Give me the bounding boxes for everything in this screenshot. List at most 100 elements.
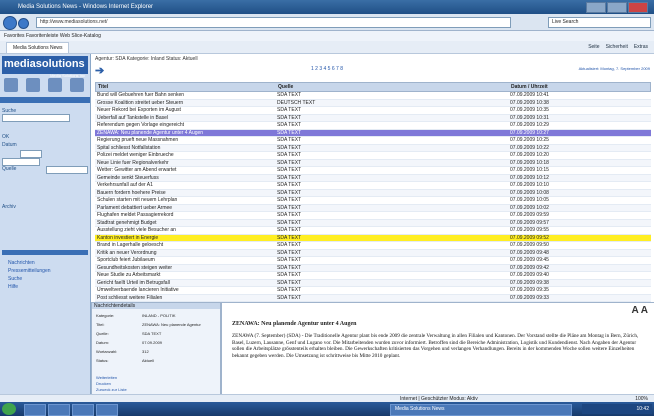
main-content: Agentur: SDA Kategorie: Inland Status: A… bbox=[91, 54, 654, 396]
cell-title: Flughafen meldet Passagierrekord bbox=[97, 212, 174, 218]
date-label: Datum bbox=[2, 142, 17, 148]
cell-source: SDA TEXT bbox=[277, 227, 302, 233]
date-input-2[interactable] bbox=[2, 158, 40, 166]
table-row[interactable]: Flughafen meldet Passagierrekord SDA TEXT… bbox=[95, 212, 651, 220]
maximize-button[interactable] bbox=[607, 2, 627, 13]
table-row[interactable]: Referendum gegen Vorlage eingereicht SDA … bbox=[95, 122, 651, 130]
forward-icon[interactable] bbox=[18, 18, 29, 29]
table-row[interactable]: Ausstellung zieht viele Besucher an SDA T… bbox=[95, 227, 651, 235]
address-input[interactable]: http://www.mediasolutions.net/ bbox=[36, 17, 511, 28]
close-button[interactable] bbox=[628, 2, 648, 13]
navigate-arrow-icon[interactable]: ➔ bbox=[95, 64, 104, 77]
table-row[interactable]: Verkehrsunfall auf der A1 SDA TEXT 07.09.2… bbox=[95, 182, 651, 190]
table-row[interactable]: Sportclub feiert Jubilaeum SDA TEXT 07.09.… bbox=[95, 257, 651, 265]
page-menu[interactable]: Seite bbox=[588, 42, 599, 52]
favorites-bar[interactable]: Favorites Favoritenleiste Web Slice-Kata… bbox=[0, 31, 654, 41]
cell-title: Polizei meldet weniger Einbrueche bbox=[97, 152, 174, 158]
detail-value: SDA TEXT bbox=[142, 331, 162, 336]
sidebar-link-help[interactable]: Hilfe bbox=[8, 284, 18, 290]
source-input[interactable] bbox=[46, 166, 88, 174]
sidebar-icons bbox=[4, 78, 84, 92]
forward-link[interactable]: Weiterleiten bbox=[96, 375, 117, 380]
col-date[interactable]: Datum / Uhrzeit bbox=[511, 83, 651, 91]
text-size-icon[interactable]: A A bbox=[632, 305, 648, 316]
cell-date: 07.09.2009 10:29 bbox=[510, 122, 549, 128]
taskbar-item-2[interactable] bbox=[48, 404, 70, 416]
cell-title: Bund will Gebuehren fuer Bahn senken bbox=[97, 92, 185, 98]
window-controls bbox=[586, 2, 648, 13]
table-row[interactable]: Kanton investiert in Energie SDA TEXT 07.0… bbox=[95, 234, 651, 242]
cell-source: SDA TEXT bbox=[277, 212, 302, 218]
table-row[interactable]: Neuer Rekord bei Exporten im August SDA T… bbox=[95, 107, 651, 115]
date-input[interactable] bbox=[20, 150, 42, 158]
search-icon[interactable] bbox=[48, 78, 62, 92]
home-icon[interactable] bbox=[4, 78, 18, 92]
table-row[interactable]: Grosse Koalition streitet ueber Steuern D… bbox=[95, 99, 651, 107]
table-row[interactable]: Brand in Lagerhalle geloescht SDA TEXT 07.… bbox=[95, 242, 651, 250]
back-icon[interactable] bbox=[3, 16, 17, 30]
table-row[interactable]: Gesundheitskosten steigen weiter SDA TEXT… bbox=[95, 264, 651, 272]
table-row[interactable]: Umweltverbaende lancieren Initiative SDA … bbox=[95, 287, 651, 295]
table-row[interactable]: Post schliesst weitere Filialen SDA TEXT 0… bbox=[95, 294, 651, 302]
cell-date: 07.09.2009 10:10 bbox=[510, 182, 549, 188]
sidebar-link-news[interactable]: Nachrichten bbox=[8, 260, 35, 266]
sidebar-search-input[interactable] bbox=[2, 114, 70, 122]
cell-source: SDA TEXT bbox=[277, 234, 302, 241]
cell-source: SDA TEXT bbox=[277, 122, 302, 128]
people-icon[interactable] bbox=[26, 78, 40, 92]
col-source[interactable]: Quelle bbox=[278, 83, 428, 91]
taskbar-item-1[interactable] bbox=[24, 404, 46, 416]
cell-title: Ausstellung zieht viele Besucher an bbox=[97, 227, 176, 233]
col-title[interactable]: Titel bbox=[98, 83, 273, 91]
detail-panel: Nachrichtendetails Kategorie: INLAND - PO… bbox=[91, 302, 221, 396]
table-row[interactable]: Polizei meldet weniger Einbrueche SDA TEX… bbox=[95, 152, 651, 160]
table-row[interactable]: Neue Linie fuer Regionalverkehr SDA TEXT 0… bbox=[95, 159, 651, 167]
taskbar-item-4[interactable] bbox=[96, 404, 118, 416]
sidebar-link-search[interactable]: Suche bbox=[8, 276, 22, 282]
table-row[interactable]: Gemeinde senkt Steuerfuss SDA TEXT 07.09.2… bbox=[95, 174, 651, 182]
pagination[interactable]: 1 2 3 4 5 6 7 8 bbox=[311, 66, 343, 72]
cell-date: 07.09.2009 10:08 bbox=[510, 189, 549, 196]
cell-source: SDA TEXT bbox=[277, 152, 302, 158]
system-tray: 10:42 bbox=[582, 404, 652, 414]
cell-title: Parlament debattiert ueber Armee bbox=[97, 204, 173, 211]
tools-menu[interactable]: Extras bbox=[634, 42, 648, 52]
taskbar: Media Solutions News 10:42 bbox=[0, 402, 654, 416]
cell-source: SDA TEXT bbox=[277, 167, 302, 173]
table-row[interactable]: Bund will Gebuehren fuer Bahn senken SDA … bbox=[95, 92, 651, 100]
table-row[interactable]: Ueberfall auf Tankstelle in Basel SDA TEX… bbox=[95, 114, 651, 122]
cell-date: 07.09.2009 10:25 bbox=[510, 137, 549, 143]
cell-title: Ueberfall auf Tankstelle in Basel bbox=[97, 114, 169, 121]
clock: 10:42 bbox=[636, 406, 649, 412]
table-row[interactable]: Neue Studie zu Arbeitsmarkt SDA TEXT 07.09… bbox=[95, 272, 651, 280]
table-row[interactable]: Stadtrat genehmigt Budget SDA TEXT 07.09.2… bbox=[95, 219, 651, 227]
print-link[interactable]: Drucken bbox=[96, 381, 111, 386]
start-button[interactable] bbox=[2, 403, 16, 415]
cell-date: 07.09.2009 10:15 bbox=[510, 167, 549, 173]
detail-value: 312 bbox=[142, 349, 149, 354]
breadcrumb: Agentur: SDA Kategorie: Inland Status: A… bbox=[95, 56, 198, 62]
table-row[interactable]: ZENAWA: Neu planende Agentur unter 4 Aug… bbox=[95, 129, 651, 137]
table-row[interactable]: Schulen starten mit neuem Lehrplan SDA TE… bbox=[95, 197, 651, 205]
detail-value: 07.09.2009 bbox=[142, 340, 163, 345]
table-row[interactable]: Gericht faellt Urteil im Betrugsfall SDA … bbox=[95, 279, 651, 287]
table-row[interactable]: Spital schliesst Notfallstation SDA TEXT 0… bbox=[95, 144, 651, 152]
tab-media-solutions[interactable]: Media Solutions News bbox=[6, 42, 70, 53]
table-row[interactable]: Bauern fordern hoehere Preise SDA TEXT 07.… bbox=[95, 189, 651, 197]
cell-title: Gesundheitskosten steigen weiter bbox=[97, 264, 173, 271]
minimize-button[interactable] bbox=[586, 2, 606, 13]
sidebar-link-press[interactable]: Pressemitteilungen bbox=[8, 268, 51, 274]
taskbar-item-3[interactable] bbox=[72, 404, 94, 416]
back-to-list-link[interactable]: Zurueck zur Liste bbox=[96, 387, 127, 392]
search-input[interactable]: Live Search bbox=[548, 17, 651, 28]
cell-date: 07.09.2009 10:05 bbox=[510, 197, 549, 203]
go-label[interactable]: OK bbox=[2, 134, 9, 140]
safety-menu[interactable]: Sicherheit bbox=[606, 42, 628, 52]
table-row[interactable]: Regierung prueft neue Massnahmen SDA TEXT… bbox=[95, 137, 651, 145]
detail-key: Wortanzahl: bbox=[96, 349, 118, 354]
table-row[interactable]: Kritik an neuer Verordnung SDA TEXT 07.09.… bbox=[95, 249, 651, 257]
table-row[interactable]: Wetter: Gewitter am Abend erwartet SDA TE… bbox=[95, 167, 651, 175]
settings-icon[interactable] bbox=[70, 78, 84, 92]
cell-title: Grosse Koalition streitet ueber Steuern bbox=[97, 99, 184, 106]
table-row[interactable]: Parlament debattiert ueber Armee SDA TEXT… bbox=[95, 204, 651, 212]
